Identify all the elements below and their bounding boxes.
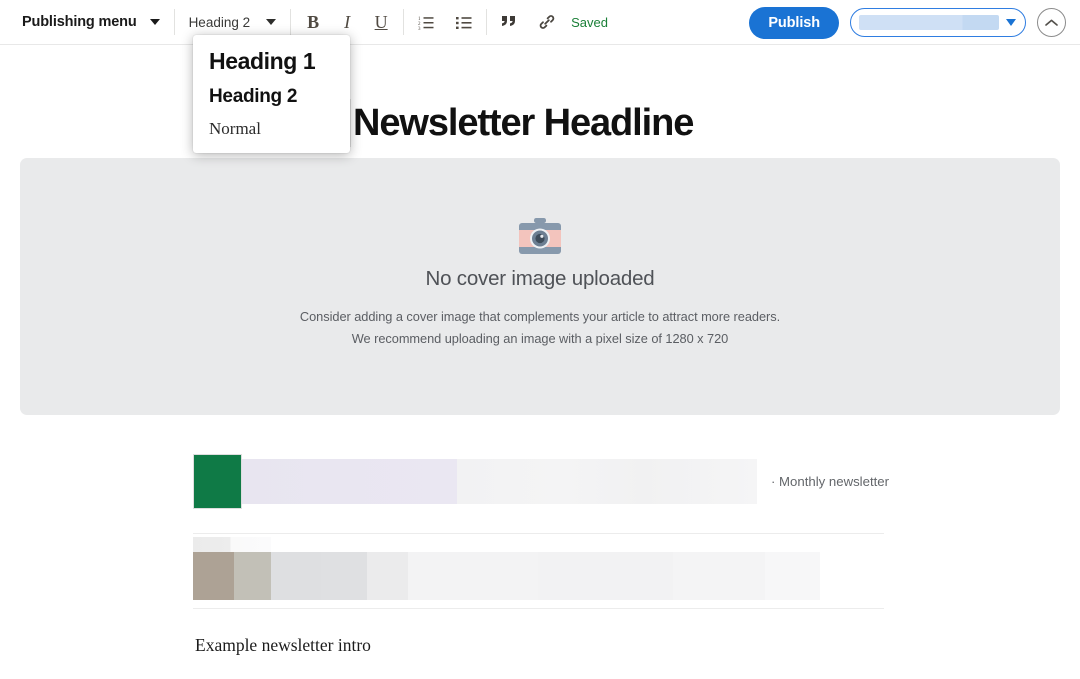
link-icon[interactable]	[539, 14, 555, 30]
bold-button[interactable]: B	[305, 13, 321, 31]
cover-image-dropzone[interactable]: No cover image uploaded Consider adding …	[20, 158, 1060, 415]
embed-skeleton-secondary	[457, 459, 757, 504]
list-format-group: 1 2 3	[418, 15, 472, 30]
toolbar-divider	[173, 9, 175, 35]
intro-paragraph[interactable]: Example newsletter intro	[195, 635, 371, 656]
embed-thumbnail-image	[193, 454, 242, 509]
quote-icon[interactable]	[501, 15, 517, 29]
toolbar-divider	[486, 9, 488, 35]
underline-button[interactable]: U	[373, 13, 389, 31]
toolbar-divider	[290, 9, 292, 35]
toolbar-actions: Publish	[749, 0, 1066, 45]
publish-button[interactable]: Publish	[749, 6, 839, 39]
audience-placeholder-skeleton	[859, 15, 999, 30]
toolbar-divider	[403, 9, 405, 35]
embed-skeleton-row	[193, 552, 820, 600]
ordered-list-icon[interactable]: 1 2 3	[418, 15, 434, 30]
embed-caption: · Monthly newsletter	[771, 474, 889, 489]
style-option-normal[interactable]: Normal	[193, 115, 350, 143]
chevron-up-icon	[1045, 19, 1058, 26]
camera-icon	[519, 218, 561, 254]
editor-canvas: Newsletter Headline No cover image uploa…	[0, 45, 1080, 679]
publishing-menu-label: Publishing menu	[22, 14, 137, 30]
save-status: Saved	[571, 14, 608, 30]
cover-placeholder-line1: Consider adding a cover image that compl…	[299, 309, 781, 324]
text-style-selector[interactable]: Heading 2	[189, 15, 277, 30]
cover-placeholder-content: No cover image uploaded Consider adding …	[300, 217, 780, 350]
embed-skeleton-header	[193, 537, 271, 552]
headline-guide-line	[350, 99, 351, 147]
page-title[interactable]: Newsletter Headline	[353, 102, 694, 145]
style-option-heading-1[interactable]: Heading 1	[193, 43, 350, 79]
unordered-list-icon[interactable]	[456, 15, 472, 30]
embed-placeholder-bars	[193, 534, 884, 608]
embed-skeleton-primary	[242, 459, 457, 504]
text-style-value: Heading 2	[188, 14, 251, 30]
text-format-group: B I U	[305, 13, 389, 31]
cover-placeholder-title: No cover image uploaded	[425, 267, 655, 290]
cover-placeholder-line2: We recommend uploading an image with a p…	[351, 331, 729, 346]
chevron-down-icon	[1006, 19, 1016, 26]
chevron-down-icon	[266, 19, 277, 25]
chevron-down-icon	[149, 19, 160, 25]
embed-block-one[interactable]: · Monthly newsletter	[193, 454, 889, 509]
editor-toolbar: Publishing menu Heading 2 B I U 1 2 3 Sa…	[0, 0, 1080, 45]
publishing-menu-button[interactable]: Publishing menu	[22, 14, 160, 30]
embed-block-two[interactable]	[193, 533, 884, 609]
svg-text:3: 3	[418, 27, 421, 30]
embed-divider-bottom	[193, 608, 884, 609]
text-style-dropdown-menu: Heading 1 Heading 2 Normal	[193, 35, 350, 153]
insert-group	[501, 14, 555, 30]
italic-button[interactable]: I	[339, 13, 355, 31]
style-option-heading-2[interactable]: Heading 2	[193, 81, 350, 112]
collapse-toolbar-button[interactable]	[1037, 8, 1066, 37]
audience-selector[interactable]	[850, 8, 1026, 37]
